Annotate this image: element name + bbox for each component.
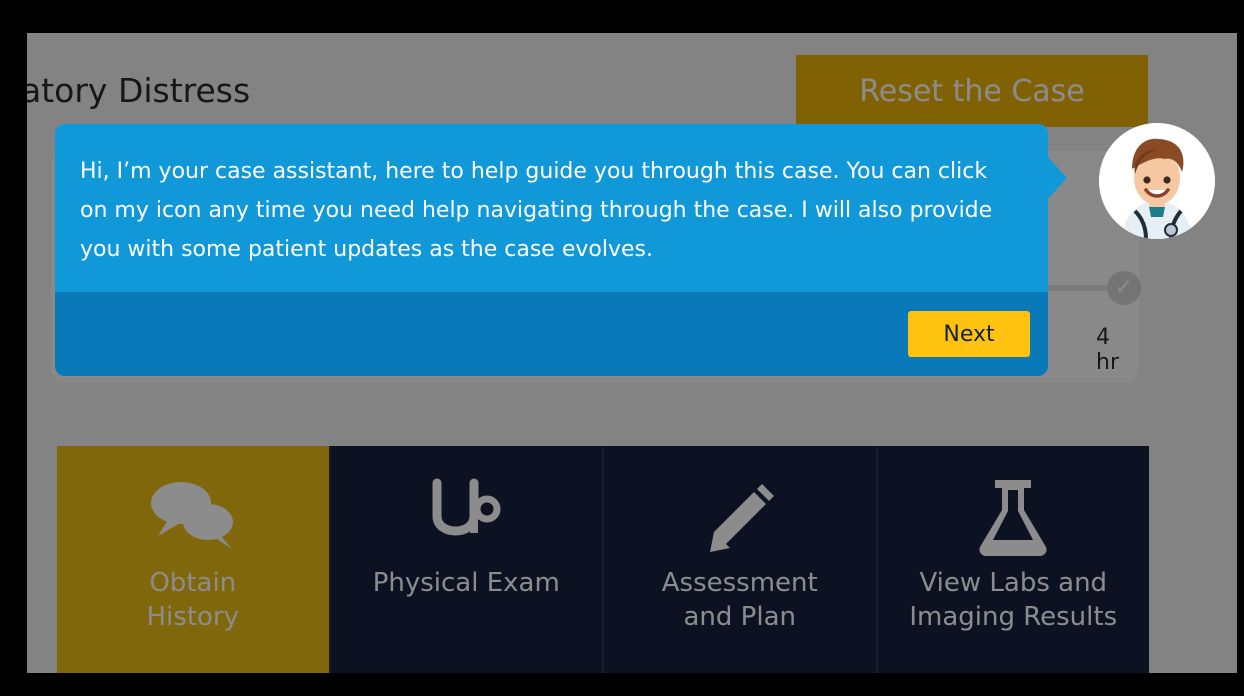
next-button[interactable]: Next bbox=[908, 311, 1030, 357]
doctor-avatar-icon[interactable] bbox=[1099, 123, 1215, 239]
bubble-tail bbox=[1047, 156, 1067, 200]
case-assistant-bubble: Hi, I’m your case assistant, here to hel… bbox=[55, 124, 1067, 376]
assistant-message: Hi, I’m your case assistant, here to hel… bbox=[80, 159, 993, 262]
assistant-action-area bbox=[55, 292, 1048, 376]
